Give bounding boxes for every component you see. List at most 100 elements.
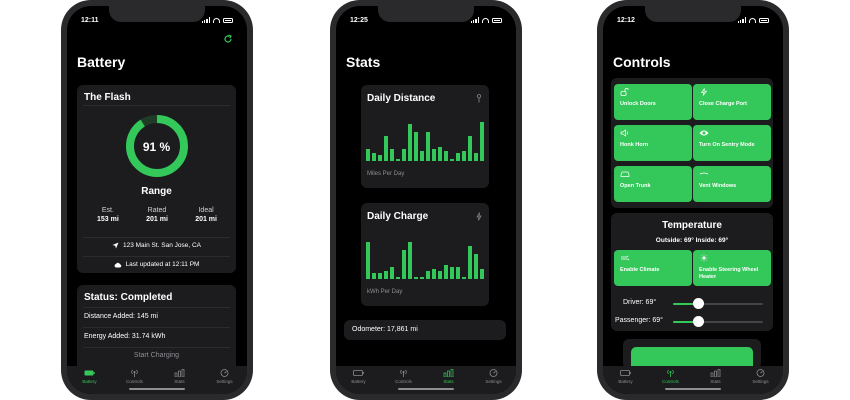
tab-battery[interactable]: Battery bbox=[609, 369, 643, 394]
odometer-card: Odometer: 17,861 mi bbox=[344, 320, 506, 340]
gauge-icon bbox=[489, 369, 498, 377]
chart-bar bbox=[462, 276, 466, 279]
chart-bar bbox=[378, 272, 382, 279]
page-title: Battery bbox=[77, 54, 126, 70]
honk-horn-button[interactable]: Honk Horn bbox=[614, 125, 692, 161]
signal-icon bbox=[201, 17, 210, 23]
tab-controls[interactable]: Controls bbox=[118, 369, 152, 394]
chart-bar bbox=[372, 152, 376, 161]
chart-icon bbox=[174, 369, 185, 377]
temperature-title: Temperature bbox=[662, 220, 722, 231]
chart-icon bbox=[710, 369, 721, 377]
bolt-icon bbox=[476, 212, 482, 221]
location-arrow-icon bbox=[112, 242, 119, 249]
daily-charge-card[interactable]: Daily Charge kWh Per Day bbox=[361, 203, 489, 306]
signal-icon bbox=[737, 17, 746, 23]
chart-bar bbox=[366, 242, 370, 279]
chart-bar bbox=[408, 242, 412, 279]
daily-distance-chart bbox=[365, 120, 485, 161]
chart-bar bbox=[438, 146, 442, 161]
tab-stats[interactable]: Stats bbox=[699, 369, 733, 394]
chart-bar bbox=[474, 152, 478, 161]
home-indicator bbox=[129, 388, 185, 390]
antenna-icon bbox=[131, 369, 138, 377]
status-time: 12:11 bbox=[81, 16, 99, 24]
range-ideal: Ideal 201 mi bbox=[195, 207, 217, 223]
antenna-icon bbox=[400, 369, 407, 377]
refresh-icon[interactable] bbox=[223, 34, 233, 44]
gauge-icon bbox=[220, 369, 229, 377]
chart-bar bbox=[402, 250, 406, 279]
daily-charge-chart bbox=[365, 238, 485, 279]
status-time: 12:12 bbox=[617, 16, 635, 24]
temperature-card: Temperature Outside: 69° Inside: 69° Ena… bbox=[611, 213, 773, 331]
gauge-icon bbox=[756, 369, 765, 377]
chart-bar bbox=[384, 136, 388, 161]
tab-settings[interactable]: Settings bbox=[477, 369, 511, 394]
open-trunk-button[interactable]: Open Trunk bbox=[614, 166, 692, 202]
vehicle-name: The Flash bbox=[84, 92, 131, 103]
tab-settings[interactable]: Settings bbox=[744, 369, 778, 394]
chart-bar bbox=[432, 268, 436, 279]
controls-screen: 12:12 Controls Unlock Doors Close Charge… bbox=[603, 6, 783, 394]
status-time: 12:25 bbox=[350, 16, 368, 24]
battery-status-icon bbox=[223, 17, 233, 23]
tab-stats[interactable]: Stats bbox=[163, 369, 197, 394]
tab-stats[interactable]: Stats bbox=[432, 369, 466, 394]
chart-bar bbox=[378, 154, 382, 161]
chart-bar bbox=[426, 270, 430, 279]
sentry-mode-button[interactable]: Turn On Sentry Mode bbox=[693, 125, 771, 161]
temperature-readout: Outside: 69° Inside: 69° bbox=[655, 237, 729, 244]
controls-card: Unlock Doors Close Charge Port Honk Horn… bbox=[611, 78, 773, 208]
chart-bar bbox=[384, 270, 388, 279]
chart-bar bbox=[396, 158, 400, 161]
page-title: Controls bbox=[613, 54, 671, 70]
driver-temp-slider[interactable] bbox=[693, 298, 704, 309]
chart-bar bbox=[480, 268, 484, 279]
tab-settings[interactable]: Settings bbox=[208, 369, 242, 394]
range-est: Est. 153 mi bbox=[97, 207, 119, 223]
range-values: Est. 153 mi Rated 201 mi Ideal 201 mi bbox=[97, 207, 217, 223]
passenger-temp-slider[interactable] bbox=[693, 316, 704, 327]
vent-windows-button[interactable]: Vent Windows bbox=[693, 166, 771, 202]
steering-heater-button[interactable]: Enable Steering Wheel Heater bbox=[693, 250, 771, 286]
chart-bar bbox=[438, 270, 442, 279]
phone-controls: 12:12 Controls Unlock Doors Close Charge… bbox=[597, 0, 789, 400]
chart-bar bbox=[450, 158, 454, 161]
tab-battery[interactable]: Battery bbox=[342, 369, 376, 394]
location-row[interactable]: 123 Main St. San Jose, CA bbox=[77, 242, 236, 249]
chart-bar bbox=[366, 148, 370, 161]
daily-charge-title: Daily Charge bbox=[367, 211, 429, 222]
car-icon bbox=[620, 171, 630, 177]
close-charge-port-button[interactable]: Close Charge Port bbox=[693, 84, 771, 120]
chart-bar bbox=[456, 152, 460, 161]
daily-distance-card[interactable]: Daily Distance Miles Per Day bbox=[361, 85, 489, 188]
tab-controls[interactable]: Controls bbox=[387, 369, 421, 394]
chart-bar bbox=[408, 124, 412, 161]
passenger-temp-label: Passenger: 69° bbox=[615, 317, 663, 324]
daily-distance-caption: Miles Per Day bbox=[367, 171, 405, 177]
chart-bar bbox=[402, 148, 406, 161]
wifi-icon bbox=[213, 17, 220, 23]
range-title: Range bbox=[141, 186, 172, 197]
fan-icon bbox=[621, 255, 630, 261]
home-indicator bbox=[398, 388, 454, 390]
battery-tab-icon bbox=[620, 370, 631, 376]
chart-bar bbox=[468, 246, 472, 279]
chart-bar bbox=[468, 136, 472, 161]
battery-screen: 12:11 Battery The Flash 91 % Range Est. … bbox=[67, 6, 247, 394]
wifi-icon bbox=[482, 17, 489, 23]
daily-charge-caption: kWh Per Day bbox=[367, 289, 403, 295]
unlock-doors-button[interactable]: Unlock Doors bbox=[614, 84, 692, 120]
start-charging-button[interactable]: Start Charging bbox=[77, 352, 236, 359]
tab-controls[interactable]: Controls bbox=[654, 369, 688, 394]
battery-tab-icon bbox=[84, 370, 95, 376]
chart-icon bbox=[443, 369, 454, 377]
enable-climate-button[interactable]: Enable Climate bbox=[614, 250, 692, 286]
chart-bar bbox=[462, 150, 466, 161]
action-card bbox=[623, 339, 761, 369]
home-indicator bbox=[665, 388, 721, 390]
chart-bar bbox=[432, 148, 436, 161]
chart-bar bbox=[414, 276, 418, 279]
tab-battery[interactable]: Battery bbox=[73, 369, 107, 394]
